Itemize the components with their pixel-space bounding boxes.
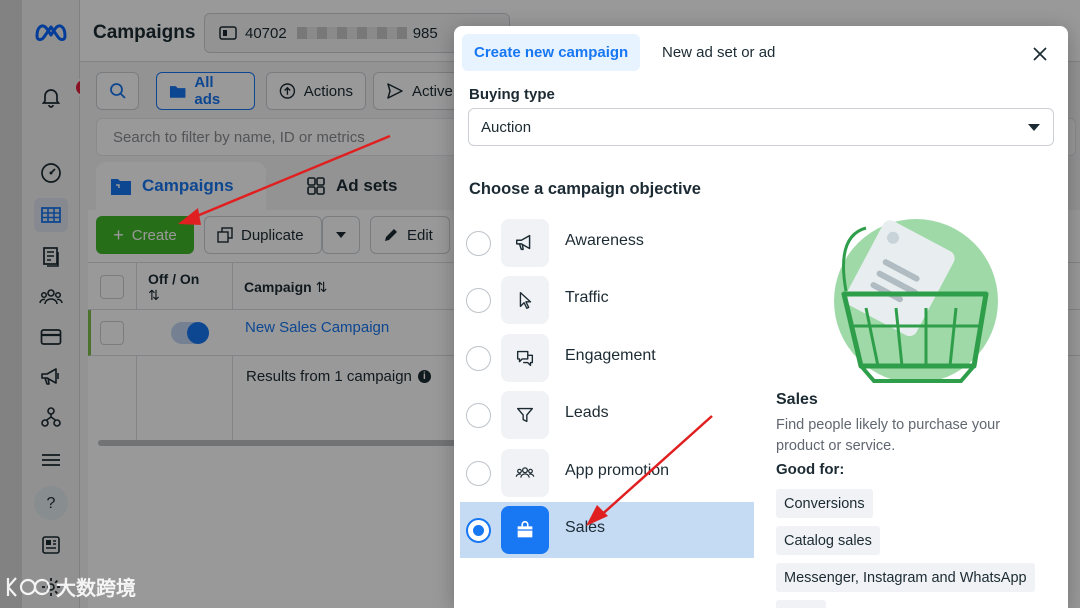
leads-radio[interactable]: [466, 403, 491, 428]
objective-traffic[interactable]: Traffic: [460, 272, 754, 328]
buying-type-select[interactable]: Auction: [468, 108, 1054, 146]
buying-type-value: Auction: [481, 118, 532, 136]
good-for-chip: Conversions: [776, 489, 873, 518]
watermark-text: 大数跨境: [56, 578, 136, 600]
megaphone-icon: [501, 219, 549, 267]
objective-leads[interactable]: Leads: [460, 387, 754, 443]
shopping-bag-icon: [501, 506, 549, 554]
objective-heading: Choose a campaign objective: [469, 180, 701, 198]
traffic-radio[interactable]: [466, 288, 491, 313]
people-icon: [501, 449, 549, 497]
objective-label: Sales: [565, 519, 606, 536]
objective-awareness[interactable]: Awareness: [460, 215, 754, 271]
watermark: 大数跨境: [4, 572, 136, 601]
good-for-label: Good for:: [776, 461, 845, 478]
objective-label: Engagement: [565, 347, 656, 364]
create-campaign-dialog: Create new campaign New ad set or ad Buy…: [454, 26, 1068, 608]
good-for-chip: Messenger, Instagram and WhatsApp: [776, 563, 1035, 592]
tab-new-adset-or-ad[interactable]: New ad set or ad: [650, 34, 787, 71]
caret-down-icon: [1028, 124, 1040, 131]
objective-description-title: Sales: [776, 391, 818, 408]
engagement-radio[interactable]: [466, 346, 491, 371]
tab-create-new-campaign[interactable]: Create new campaign: [462, 34, 641, 71]
chat-icon: [501, 334, 549, 382]
good-for-chip: Catalog sales: [776, 526, 880, 555]
objective-sales[interactable]: Sales: [460, 502, 754, 558]
objective-label: Awareness: [565, 232, 644, 249]
buying-type-label: Buying type: [469, 86, 555, 103]
sales-radio[interactable]: [466, 518, 491, 543]
app-promotion-radio[interactable]: [466, 461, 491, 486]
sales-basket-illustration-icon: [834, 219, 998, 383]
watermark-logo-icon: [6, 576, 51, 597]
objective-label: Traffic: [565, 289, 609, 306]
objective-engagement[interactable]: Engagement: [460, 330, 754, 386]
objective-app-promotion[interactable]: App promotion: [460, 445, 754, 501]
objective-description-text: Find people likely to purchase your prod…: [776, 417, 1001, 454]
awareness-radio[interactable]: [466, 231, 491, 256]
objective-label: App promotion: [565, 462, 670, 479]
close-icon[interactable]: [1028, 42, 1052, 66]
funnel-icon: [501, 391, 549, 439]
objective-label: Leads: [565, 404, 609, 421]
good-for-chip: [776, 600, 826, 608]
cursor-icon: [501, 276, 549, 324]
